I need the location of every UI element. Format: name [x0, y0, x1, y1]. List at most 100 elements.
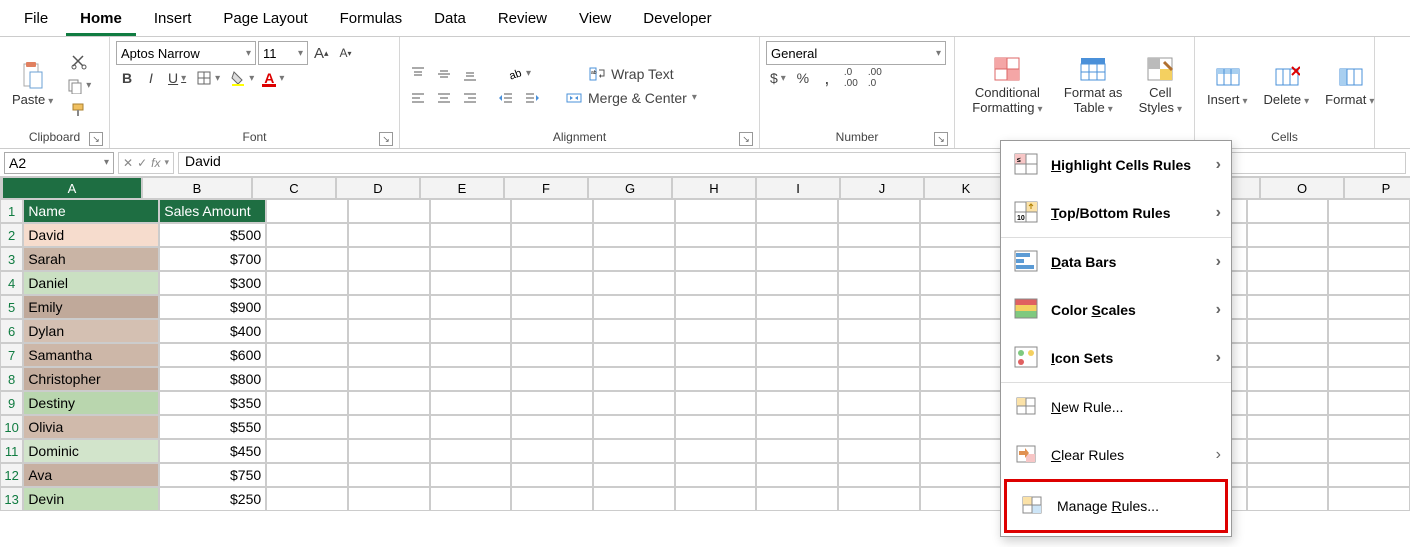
delete-cells-button[interactable]: Delete — [1258, 61, 1316, 110]
cell[interactable] — [920, 271, 1002, 295]
cell[interactable] — [756, 343, 838, 367]
cell[interactable] — [920, 223, 1002, 247]
cell-name[interactable]: Olivia — [23, 415, 159, 439]
cf-manage-rules[interactable]: Manage Rules... — [1007, 482, 1225, 530]
cell-amount[interactable]: $400 — [159, 319, 266, 343]
clipboard-dialog-launcher[interactable]: ↘ — [89, 132, 103, 146]
row-header[interactable]: 4 — [0, 271, 23, 295]
format-painter-button[interactable] — [63, 99, 95, 121]
cell[interactable] — [266, 295, 348, 319]
cell[interactable] — [1247, 319, 1329, 343]
cell[interactable] — [348, 271, 430, 295]
cell[interactable] — [593, 223, 675, 247]
cell[interactable] — [1328, 439, 1410, 463]
font-dialog-launcher[interactable]: ↘ — [379, 132, 393, 146]
cell[interactable] — [593, 415, 675, 439]
cell[interactable] — [920, 487, 1002, 511]
underline-button[interactable]: U — [164, 67, 190, 89]
cell[interactable] — [675, 487, 757, 511]
cell[interactable] — [838, 391, 920, 415]
cell-name[interactable]: Sarah — [23, 247, 159, 271]
cell[interactable] — [348, 391, 430, 415]
comma-button[interactable]: , — [816, 67, 838, 89]
tab-insert[interactable]: Insert — [140, 4, 206, 36]
cell[interactable] — [266, 247, 348, 271]
column-header-H[interactable]: H — [672, 177, 756, 199]
cell[interactable] — [593, 463, 675, 487]
align-center-button[interactable] — [432, 87, 456, 109]
cell[interactable] — [1328, 223, 1410, 247]
cell[interactable] — [593, 367, 675, 391]
cell[interactable] — [593, 343, 675, 367]
cell-amount[interactable]: $450 — [159, 439, 266, 463]
cell[interactable] — [511, 415, 593, 439]
column-header-E[interactable]: E — [420, 177, 504, 199]
align-top-button[interactable] — [406, 63, 430, 85]
row-header[interactable]: 1 — [0, 199, 23, 223]
cell[interactable] — [430, 247, 512, 271]
cell-name[interactable]: Devin — [23, 487, 159, 511]
cell[interactable] — [838, 415, 920, 439]
cell[interactable] — [756, 271, 838, 295]
cell[interactable] — [675, 463, 757, 487]
paste-button[interactable]: Paste — [6, 61, 59, 110]
cell[interactable] — [430, 319, 512, 343]
cell[interactable] — [675, 247, 757, 271]
cell[interactable] — [348, 463, 430, 487]
cell[interactable] — [593, 487, 675, 511]
cell[interactable] — [348, 367, 430, 391]
increase-indent-button[interactable] — [520, 87, 544, 109]
cell[interactable] — [675, 271, 757, 295]
cell-name[interactable]: David — [23, 223, 159, 247]
cell[interactable] — [756, 487, 838, 511]
column-header-K[interactable]: K — [924, 177, 1008, 199]
name-box[interactable]: A2▾ — [4, 152, 114, 174]
cell[interactable] — [1247, 415, 1329, 439]
column-header-F[interactable]: F — [504, 177, 588, 199]
cell-name[interactable]: Ava — [23, 463, 159, 487]
cell[interactable] — [266, 343, 348, 367]
cell-amount[interactable]: $700 — [159, 247, 266, 271]
cell[interactable] — [593, 271, 675, 295]
format-cells-button[interactable]: Format — [1319, 61, 1380, 110]
cell-amount[interactable]: $350 — [159, 391, 266, 415]
cell[interactable] — [920, 343, 1002, 367]
cell[interactable] — [756, 199, 838, 223]
row-header[interactable]: 12 — [0, 463, 23, 487]
cell[interactable] — [1328, 487, 1410, 511]
cell[interactable] — [920, 367, 1002, 391]
cell-name[interactable]: Emily — [23, 295, 159, 319]
row-header[interactable]: 2 — [0, 223, 23, 247]
cell[interactable] — [838, 247, 920, 271]
cell[interactable] — [511, 343, 593, 367]
cell[interactable] — [1328, 295, 1410, 319]
cell[interactable] — [838, 463, 920, 487]
cell[interactable] — [756, 415, 838, 439]
cell[interactable] — [675, 295, 757, 319]
cell[interactable] — [266, 367, 348, 391]
borders-button[interactable] — [192, 67, 224, 89]
cell[interactable] — [511, 463, 593, 487]
cell[interactable] — [348, 223, 430, 247]
cell-amount[interactable]: $550 — [159, 415, 266, 439]
cell[interactable] — [593, 295, 675, 319]
cell[interactable] — [675, 415, 757, 439]
cell[interactable] — [430, 439, 512, 463]
tab-home[interactable]: Home — [66, 4, 136, 36]
cell[interactable] — [756, 319, 838, 343]
cell[interactable] — [266, 271, 348, 295]
cell[interactable] — [838, 343, 920, 367]
cell-amount[interactable]: $500 — [159, 223, 266, 247]
cell[interactable] — [756, 439, 838, 463]
row-header[interactable]: 10 — [0, 415, 23, 439]
cell[interactable] — [675, 343, 757, 367]
cell-amount[interactable]: $600 — [159, 343, 266, 367]
cf-new-rule[interactable]: New Rule... — [1001, 383, 1231, 431]
cell[interactable] — [1328, 463, 1410, 487]
cell[interactable] — [675, 391, 757, 415]
column-header-J[interactable]: J — [840, 177, 924, 199]
cell[interactable] — [511, 367, 593, 391]
font-name-combo[interactable]: Aptos Narrow▾ — [116, 41, 256, 65]
cell[interactable] — [1328, 343, 1410, 367]
cell[interactable] — [675, 439, 757, 463]
